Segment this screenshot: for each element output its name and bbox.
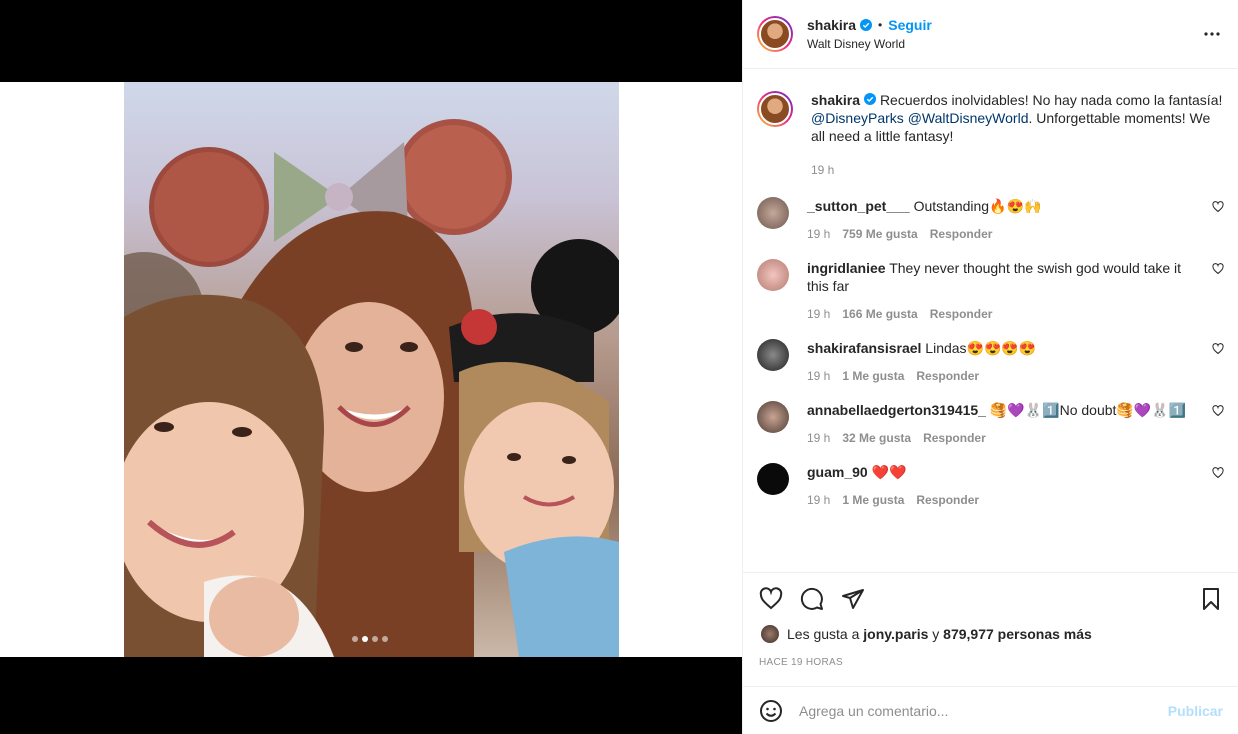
comment-item: shakirafansisrael Lindas😍😍😍😍 19 h 1 Me gu… bbox=[757, 339, 1224, 383]
follow-button[interactable]: Seguir bbox=[888, 17, 932, 33]
comment-time[interactable]: 19 h bbox=[807, 493, 830, 507]
comment-item: guam_90 ❤️❤️ 19 h 1 Me gusta Responder bbox=[757, 463, 1224, 507]
post-sidebar: shakira • Seguir Walt Disney World shaki… bbox=[742, 0, 1238, 734]
more-icon bbox=[1204, 32, 1220, 36]
photo-illustration bbox=[124, 119, 619, 657]
carousel-prev-button[interactable] bbox=[11, 357, 37, 383]
post-timestamp[interactable]: HACE 19 HORAS bbox=[743, 643, 1238, 668]
reply-button[interactable]: Responder bbox=[916, 369, 979, 383]
comment-icon[interactable] bbox=[800, 587, 824, 611]
publish-button[interactable]: Publicar bbox=[1168, 703, 1223, 719]
comment-time[interactable]: 19 h bbox=[807, 307, 830, 321]
comment-likes[interactable]: 759 Me gusta bbox=[842, 227, 917, 241]
post-header: shakira • Seguir Walt Disney World bbox=[743, 0, 1238, 69]
post-location[interactable]: Walt Disney World bbox=[807, 37, 932, 51]
reply-button[interactable]: Responder bbox=[930, 307, 993, 321]
carousel-dot[interactable] bbox=[382, 636, 388, 642]
caption-avatar[interactable] bbox=[757, 91, 793, 127]
carousel-next-button[interactable] bbox=[706, 357, 732, 383]
chevron-left-icon bbox=[20, 365, 27, 375]
carousel-dot-active[interactable] bbox=[362, 636, 368, 642]
share-icon[interactable] bbox=[841, 587, 865, 611]
comment-input[interactable] bbox=[799, 702, 1168, 719]
post-modal: shakira • Seguir Walt Disney World shaki… bbox=[0, 0, 1238, 734]
comment-text: 🥞💜🐰1️⃣No doubt🥞💜🐰1️⃣ bbox=[989, 402, 1187, 418]
heart-icon[interactable] bbox=[1212, 343, 1224, 355]
comment-text: Outstanding🔥😍🙌 bbox=[913, 198, 1042, 214]
comment-username[interactable]: _sutton_pet___ bbox=[807, 198, 910, 214]
post-actions: Les gusta a jony.paris y 879,977 persona… bbox=[743, 572, 1238, 688]
comment-time[interactable]: 19 h bbox=[807, 369, 830, 383]
comment-item: annabellaedgerton319415_ 🥞💜🐰1️⃣No doubt🥞… bbox=[757, 401, 1224, 445]
comment-text: ❤️❤️ bbox=[871, 464, 907, 480]
carousel-dot[interactable] bbox=[372, 636, 378, 642]
more-options-button[interactable] bbox=[1200, 24, 1224, 44]
likes-connector: y bbox=[932, 626, 940, 642]
commenter-avatar[interactable] bbox=[757, 259, 789, 291]
comment-time[interactable]: 19 h bbox=[807, 431, 830, 445]
caption-text: Recuerdos inolvidables! No hay nada como… bbox=[879, 92, 1223, 108]
comment-likes[interactable]: 166 Me gusta bbox=[842, 307, 917, 321]
chevron-right-icon bbox=[716, 365, 723, 375]
reply-button[interactable]: Responder bbox=[930, 227, 993, 241]
comment-likes[interactable]: 1 Me gusta bbox=[842, 493, 904, 507]
comment-username[interactable]: shakirafansisrael bbox=[807, 340, 921, 356]
comment-item: ingridlaniee They never thought the swis… bbox=[757, 259, 1224, 321]
liker-avatar[interactable] bbox=[761, 625, 779, 643]
commenter-avatar[interactable] bbox=[757, 401, 789, 433]
likes-count[interactable]: 879,977 personas más bbox=[943, 626, 1092, 642]
heart-icon[interactable] bbox=[1212, 263, 1224, 275]
author-username[interactable]: shakira bbox=[807, 17, 856, 33]
heart-icon[interactable] bbox=[1212, 467, 1224, 479]
reply-button[interactable]: Responder bbox=[923, 431, 986, 445]
verified-icon bbox=[860, 19, 873, 31]
commenter-avatar[interactable] bbox=[757, 463, 789, 495]
author-avatar[interactable] bbox=[757, 16, 793, 52]
likes-summary: Les gusta a jony.paris y 879,977 persona… bbox=[743, 625, 1238, 643]
heart-icon[interactable] bbox=[759, 587, 783, 611]
post-caption: shakira Recuerdos inolvidables! No hay n… bbox=[757, 69, 1224, 179]
caption-username[interactable]: shakira bbox=[811, 92, 860, 108]
comment-username[interactable]: guam_90 bbox=[807, 464, 868, 480]
comment-username[interactable]: annabellaedgerton319415_ bbox=[807, 402, 986, 418]
comment-username[interactable]: ingridlaniee bbox=[807, 260, 886, 276]
mention-link[interactable]: @WaltDisneyWorld bbox=[908, 110, 1029, 126]
comment-time[interactable]: 19 h bbox=[807, 227, 830, 241]
likes-prefix: Les gusta a bbox=[787, 626, 860, 642]
add-comment-bar: Publicar bbox=[743, 686, 1238, 734]
comment-text: Lindas😍😍😍😍 bbox=[925, 340, 1037, 356]
liker-username[interactable]: jony.paris bbox=[863, 626, 928, 642]
heart-icon[interactable] bbox=[1212, 405, 1224, 417]
post-photo[interactable] bbox=[124, 82, 619, 657]
carousel-dot[interactable] bbox=[352, 636, 358, 642]
bookmark-icon[interactable] bbox=[1199, 587, 1223, 611]
commenter-avatar[interactable] bbox=[757, 339, 789, 371]
heart-icon[interactable] bbox=[1212, 201, 1224, 213]
header-separator: • bbox=[878, 18, 883, 32]
comments-list: shakira Recuerdos inolvidables! No hay n… bbox=[743, 69, 1238, 507]
mention-link[interactable]: @DisneyParks bbox=[811, 110, 904, 126]
emoji-icon[interactable] bbox=[759, 699, 783, 723]
commenter-avatar[interactable] bbox=[757, 197, 789, 229]
verified-icon bbox=[864, 93, 877, 105]
caption-time[interactable]: 19 h bbox=[811, 161, 1223, 179]
comment-likes[interactable]: 32 Me gusta bbox=[842, 431, 911, 445]
comment-item: _sutton_pet___ Outstanding🔥😍🙌 19 h 759 Me… bbox=[757, 197, 1224, 241]
comment-likes[interactable]: 1 Me gusta bbox=[842, 369, 904, 383]
reply-button[interactable]: Responder bbox=[916, 493, 979, 507]
carousel-indicator bbox=[352, 636, 388, 642]
media-panel bbox=[0, 0, 742, 734]
